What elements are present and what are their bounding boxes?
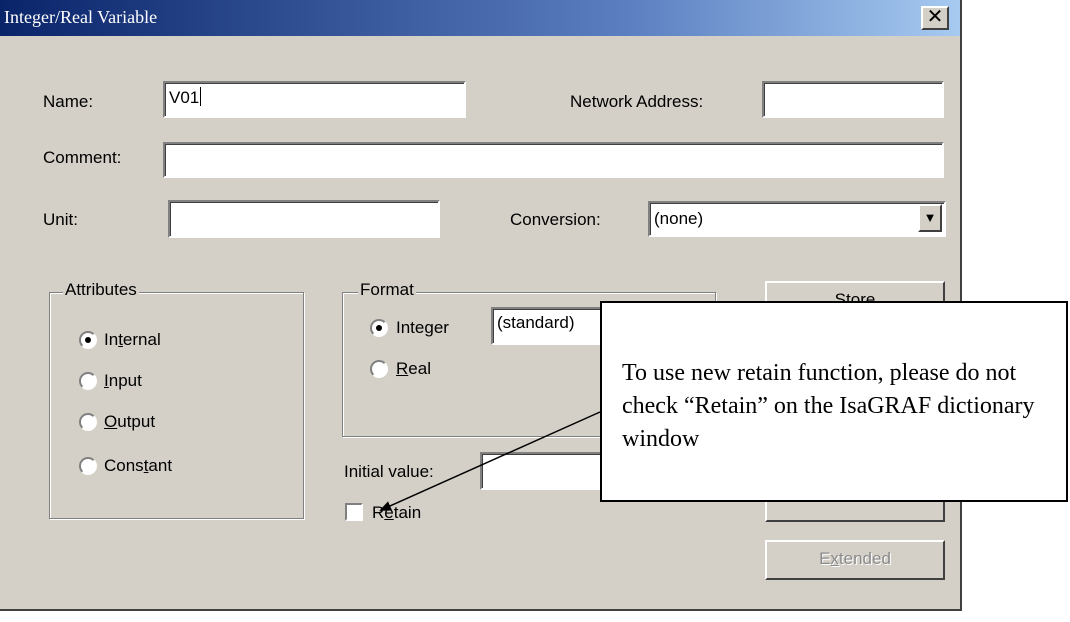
annotation-arrow bbox=[379, 411, 601, 511]
arrow-line bbox=[379, 411, 601, 511]
